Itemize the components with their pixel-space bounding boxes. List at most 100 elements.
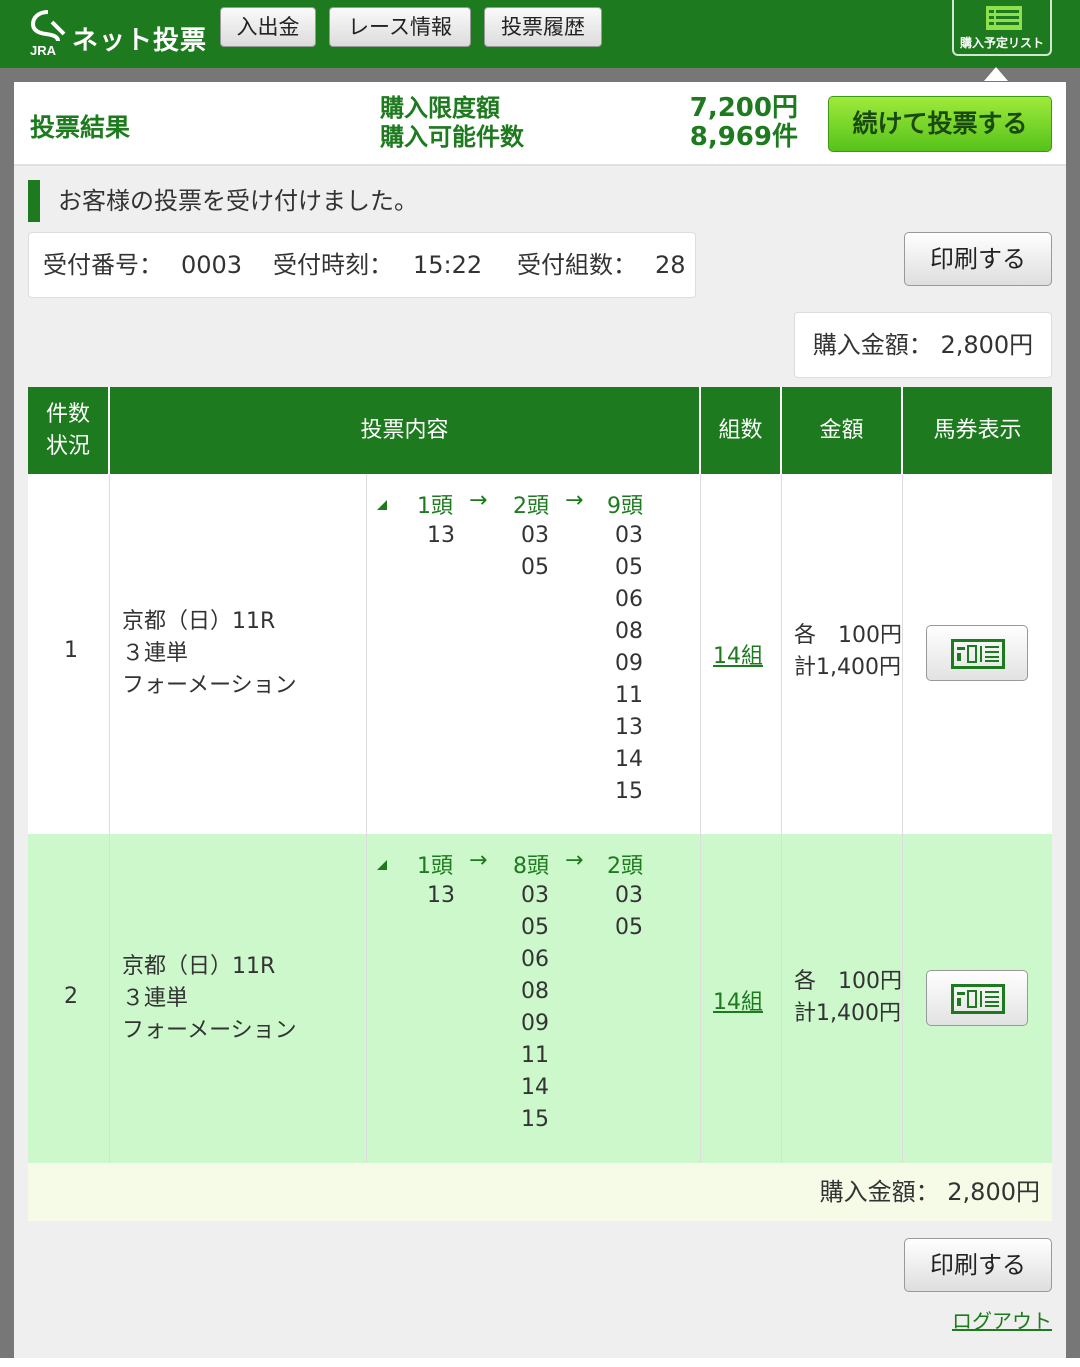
receipt-time-label: 受付時刻：	[273, 251, 393, 279]
horse-number: 05	[615, 555, 643, 580]
brand-title: ネット投票	[72, 26, 208, 56]
logout-link[interactable]: ログアウト	[952, 1305, 1052, 1334]
jra-logo-icon: JRA	[30, 10, 66, 58]
col-content: 投票内容	[110, 387, 701, 474]
receipt-count-label: 受付組数：	[517, 251, 637, 279]
head-count-3: 2頭	[607, 854, 643, 879]
horse-number: 06	[521, 947, 549, 972]
horse-number: 13	[615, 715, 643, 740]
ticket-icon	[951, 639, 1005, 669]
race-venue: 京都（日）11R	[122, 954, 276, 979]
horse-number: 06	[615, 587, 643, 612]
race-info: 京都（日）11R ３連単 フォーメーション	[122, 951, 297, 1047]
horse-number: 05	[521, 915, 549, 940]
bet-amount: 各 100円 計1,400円	[794, 966, 902, 1030]
continue-vote-button[interactable]: 続けて投票する	[828, 96, 1052, 152]
col-amount: 金額	[782, 387, 903, 474]
horse-number: 09	[615, 651, 643, 676]
bet-method: フォーメーション	[122, 673, 297, 698]
limit-labels: 購入限度額 購入可能件数	[380, 94, 524, 152]
purchase-amount-value: 2,800円	[947, 1178, 1040, 1206]
table-row: 1 京都（日）11R ３連単 フォーメーション 1頭 → 2頭 → 9頭 13 …	[28, 474, 1052, 834]
col-count-status: 件数 状況	[28, 387, 110, 474]
horse-number: 14	[521, 1075, 549, 1100]
page-title: 投票結果	[30, 113, 131, 142]
arrow: →	[565, 488, 584, 513]
receipt-number-label: 受付番号：	[43, 251, 163, 279]
plan-list-button[interactable]: 購入予定リスト	[952, 0, 1052, 56]
horse-number: 15	[521, 1107, 549, 1132]
receipt-number: 0003	[181, 251, 243, 279]
limit-amount-label: 購入限度額	[380, 94, 500, 122]
limit-count-value: 8,969件	[689, 122, 798, 152]
horse-number: 14	[615, 747, 643, 772]
purchase-amount-top: 購入金額： 2,800円	[794, 312, 1052, 378]
ticket-view-button[interactable]	[926, 625, 1028, 681]
arrow: →	[469, 848, 488, 873]
table-header: 件数状況 投票内容 組数 金額 馬券表示	[28, 387, 1052, 474]
print-button-top[interactable]: 印刷する	[904, 232, 1052, 286]
limit-values: 7,200円 8,969件	[690, 94, 798, 152]
limit-amount-value: 7,200円	[689, 93, 798, 123]
receipt-info: 受付番号： 0003 受付時刻： 15:22 受付組数： 28	[28, 232, 696, 298]
history-button[interactable]: 投票履歴	[484, 7, 602, 47]
receipt-time: 15:22	[413, 251, 483, 279]
selection-cell: 1頭 → 8頭 → 2頭 13 03 05 06 08 09 11 14 15 03 05	[367, 834, 701, 1163]
kumi-link[interactable]: 14組	[713, 984, 763, 1016]
horse-number: 08	[521, 979, 549, 1004]
selection-cell: 1頭 → 2頭 → 9頭 13 03 05 03 05 06 08 09 11 13 14 15	[367, 474, 701, 834]
print-button-bottom[interactable]: 印刷する	[904, 1238, 1052, 1292]
selection-col-2: 03 05 06 08 09 11 14 15	[521, 880, 549, 1136]
bet-type: ３連単	[122, 986, 189, 1011]
horse-number: 03	[521, 883, 549, 908]
ticket-icon	[951, 984, 1005, 1014]
deposit-button[interactable]: 入出金	[220, 7, 316, 47]
purchase-amount-label: 購入金額：	[812, 331, 933, 359]
arrow: →	[469, 488, 488, 513]
row-number: 2	[64, 984, 78, 1009]
col-count-label: 件数	[45, 401, 90, 427]
horse-number: 03	[615, 523, 643, 548]
horse-number: 15	[615, 779, 643, 804]
col-ticket: 馬券表示	[933, 417, 1022, 443]
kumi-link[interactable]: 14組	[713, 638, 763, 670]
col-kumi: 組数	[701, 387, 782, 474]
horse-number: 09	[521, 1011, 549, 1036]
dropdown-caret	[984, 67, 1008, 81]
col-status-label: 状況	[45, 433, 90, 459]
purchase-amount-value: 2,800円	[940, 331, 1034, 359]
triangle-icon[interactable]	[377, 860, 387, 870]
accepted-notice: お客様の投票を受け付けました。	[28, 180, 418, 222]
horse-number: 08	[615, 619, 643, 644]
bet-each: 各 100円	[794, 623, 902, 648]
head-count-2: 2頭	[513, 494, 549, 519]
horse-number: 13	[427, 523, 455, 548]
list-icon	[986, 6, 1022, 30]
table-row: 2 京都（日）11R ３連単 フォーメーション 1頭 → 8頭 → 2頭 13 …	[28, 834, 1052, 1163]
head-count-1: 1頭	[417, 494, 453, 519]
triangle-icon[interactable]	[377, 500, 387, 510]
bet-amount: 各 100円 計1,400円	[794, 620, 902, 684]
result-bar: 投票結果 購入限度額 購入可能件数 7,200円 8,969件 続けて投票する	[14, 82, 1066, 166]
head-count-2: 8頭	[513, 854, 549, 879]
bet-method: フォーメーション	[122, 1018, 297, 1043]
selection-col-1: 13	[427, 880, 455, 912]
selection-col-3: 03 05	[615, 880, 643, 944]
race-info-button[interactable]: レース情報	[329, 7, 471, 47]
bet-type: ３連単	[122, 641, 189, 666]
race-info: 京都（日）11R ３連単 フォーメーション	[122, 606, 297, 702]
horse-number: 03	[521, 523, 549, 548]
plan-list-label: 購入予定リスト	[959, 36, 1044, 50]
jra-logo[interactable]: JRA ネット投票	[28, 8, 208, 58]
receipt-count: 28	[655, 251, 686, 279]
purchase-amount-bottom: 購入金額： 2,800円	[28, 1163, 1052, 1221]
bet-total: 計1,400円	[794, 1001, 901, 1026]
ticket-view-button[interactable]	[926, 970, 1028, 1026]
purchase-amount-label: 購入金額：	[819, 1178, 940, 1206]
selection-col-3: 03 05 06 08 09 11 13 14 15	[615, 520, 643, 808]
horse-number: 13	[427, 883, 455, 908]
race-venue: 京都（日）11R	[122, 609, 276, 634]
horse-number: 05	[521, 555, 549, 580]
arrow: →	[565, 848, 584, 873]
background-page	[0, 1358, 1080, 1367]
